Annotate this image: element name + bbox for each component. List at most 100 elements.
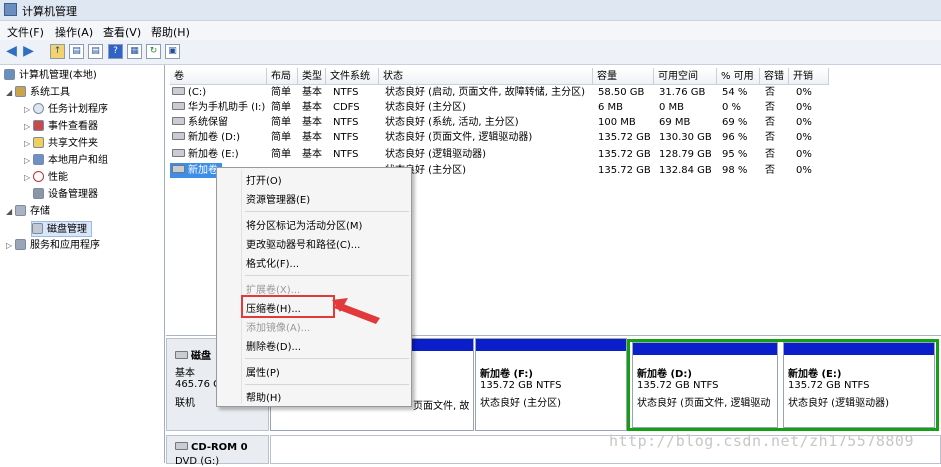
view-icon[interactable]: ▦ — [127, 44, 142, 59]
volume-free-space: 128.79 GB — [659, 149, 712, 160]
menu-item-open[interactable]: 打开(O) — [246, 172, 282, 187]
partition-e-status: 状态良好 (逻辑驱动器) — [788, 398, 889, 409]
partition-bar — [633, 343, 777, 355]
export-icon[interactable]: ▣ — [165, 44, 180, 59]
partition-e-size: 135.72 GB NTFS — [788, 380, 870, 391]
volume-overhead: 0% — [796, 165, 812, 176]
volume-filesystem: NTFS — [333, 117, 359, 128]
tree-disk-management[interactable]: 磁盘管理 — [31, 221, 92, 237]
tree-device-manager[interactable]: 设备管理器 — [33, 187, 98, 203]
expand-icon[interactable]: ▷ — [24, 102, 33, 118]
red-arrow-icon — [332, 298, 380, 324]
menu-item-help[interactable]: 帮助(H) — [246, 389, 281, 404]
cdrom-0-name: CD-ROM 0 — [191, 442, 248, 453]
drive-icon — [172, 87, 185, 95]
menu-item-mark-active[interactable]: 将分区标记为活动分区(M) — [246, 217, 362, 232]
partition-bar — [476, 339, 626, 351]
partition-e-name: 新加卷 (E:) — [788, 369, 842, 380]
volume-capacity: 100 MB — [598, 117, 636, 128]
help-icon[interactable]: ? — [108, 44, 123, 59]
menu-separator — [245, 211, 409, 212]
watermark: http://blog.csdn.net/zh175578809 — [609, 432, 914, 450]
disk-0-type: 基本 — [175, 368, 195, 379]
tree-event-viewer[interactable]: ▷ 事件查看器 — [24, 119, 98, 135]
volume-fault-tolerance: 否 — [765, 87, 775, 98]
column-header-layout[interactable]: 布局 — [267, 68, 298, 85]
column-header-overhead[interactable]: 开销 — [789, 68, 829, 85]
up-folder-icon[interactable]: ↑ — [50, 44, 65, 59]
partition-d[interactable]: 新加卷 (D:) 135.72 GB NTFS 状态良好 (页面文件, 逻辑驱动 — [632, 342, 778, 428]
tree-services[interactable]: ▷ 服务和应用程序 — [6, 238, 100, 254]
tree-local-users-label: 本地用户和组 — [48, 155, 108, 166]
shared-folder-icon — [33, 137, 44, 148]
menu-separator — [245, 384, 409, 385]
volume-percent-free: 69 % — [722, 117, 748, 128]
column-header-percent-free[interactable]: % 可用 — [717, 68, 760, 85]
menu-item-delete[interactable]: 删除卷(D)... — [246, 338, 301, 353]
menu-item-change-letter[interactable]: 更改驱动器号和路径(C)... — [246, 236, 360, 251]
volume-layout: 简单 — [271, 117, 291, 128]
tree-task-scheduler-label: 任务计划程序 — [48, 104, 108, 115]
partition-e[interactable]: 新加卷 (E:) 135.72 GB NTFS 状态良好 (逻辑驱动器) — [783, 342, 935, 428]
refresh-icon[interactable]: ↻ — [146, 44, 161, 59]
volume-filesystem: NTFS — [333, 132, 359, 143]
disk-0-status: 联机 — [175, 398, 195, 409]
volume-type: 基本 — [302, 87, 322, 98]
show-hide-tree-icon[interactable]: ▤ — [69, 44, 84, 59]
volume-status: 状态良好 (系统, 活动, 主分区) — [385, 117, 519, 128]
volume-name: 新加卷 (D:) — [188, 132, 241, 143]
collapse-icon[interactable]: ◢ — [6, 85, 15, 101]
tree-system-tools[interactable]: ◢ 系统工具 — [6, 85, 70, 101]
expand-icon[interactable]: ▷ — [24, 119, 33, 135]
menu-help[interactable]: 帮助(H) — [151, 24, 190, 40]
volume-status: 状态良好 (页面文件, 逻辑驱动器) — [385, 132, 533, 143]
volume-percent-free: 0 % — [722, 102, 742, 113]
menu-file[interactable]: 文件(F) — [7, 24, 44, 40]
back-arrow-icon[interactable]: ◀ — [4, 44, 19, 59]
menu-item-explore[interactable]: 资源管理器(E) — [246, 191, 310, 206]
expand-icon[interactable]: ▷ — [6, 238, 15, 254]
partition-f[interactable]: 新加卷 (F:) 135.72 GB NTFS 状态良好 (主分区) — [475, 338, 627, 431]
expand-icon[interactable]: ▷ — [24, 170, 33, 186]
expand-icon[interactable]: ▷ — [24, 136, 33, 152]
volume-type: 基本 — [302, 149, 322, 160]
volume-name: 新加卷 — [188, 165, 218, 176]
column-header-status[interactable]: 状态 — [379, 68, 593, 85]
menu-item-format[interactable]: 格式化(F)... — [246, 255, 299, 270]
tree-root[interactable]: 计算机管理(本地) — [4, 68, 97, 84]
column-header-capacity[interactable]: 容量 — [593, 68, 654, 85]
volume-layout: 简单 — [271, 102, 291, 113]
drive-icon — [172, 149, 185, 157]
tree-system-tools-label: 系统工具 — [30, 87, 70, 98]
cdrom-0-header[interactable]: CD-ROM 0 DVD (G:) — [166, 435, 269, 467]
tree-storage[interactable]: ◢ 存储 — [6, 204, 50, 220]
column-header-fault-tolerance[interactable]: 容错 — [760, 68, 789, 85]
volume-capacity: 135.72 GB — [598, 149, 651, 160]
volume-fault-tolerance: 否 — [765, 132, 775, 143]
column-header-volume[interactable]: 卷 — [170, 68, 267, 85]
tree-performance[interactable]: ▷ 性能 — [24, 170, 68, 186]
forward-arrow-icon[interactable]: ▶ — [21, 44, 36, 59]
volume-percent-free: 54 % — [722, 87, 748, 98]
column-header-free-space[interactable]: 可用空间 — [654, 68, 717, 85]
collapse-icon[interactable]: ◢ — [6, 204, 15, 220]
volume-name: 系统保留 — [188, 117, 228, 128]
event-viewer-icon — [33, 120, 44, 131]
column-header-filesystem[interactable]: 文件系统 — [326, 68, 379, 85]
tree-shared-folders[interactable]: ▷ 共享文件夹 — [24, 136, 98, 152]
volume-layout: 简单 — [271, 87, 291, 98]
volume-filesystem: NTFS — [333, 149, 359, 160]
properties-icon[interactable]: ▤ — [88, 44, 103, 59]
volume-type: 基本 — [302, 132, 322, 143]
tree-services-label: 服务和应用程序 — [30, 240, 100, 251]
menu-action[interactable]: 操作(A) — [55, 24, 93, 40]
column-header-type[interactable]: 类型 — [298, 68, 326, 85]
tree-local-users[interactable]: ▷ 本地用户和组 — [24, 153, 108, 169]
window-title: 计算机管理 — [22, 5, 77, 18]
menu-item-properties[interactable]: 属性(P) — [246, 364, 280, 379]
menu-view[interactable]: 查看(V) — [103, 24, 141, 40]
expand-icon[interactable]: ▷ — [24, 153, 33, 169]
menu-item-add-mirror: 添加镜像(A)... — [246, 323, 311, 334]
tree-task-scheduler[interactable]: ▷ 任务计划程序 — [24, 102, 108, 118]
volume-percent-free: 96 % — [722, 132, 748, 143]
